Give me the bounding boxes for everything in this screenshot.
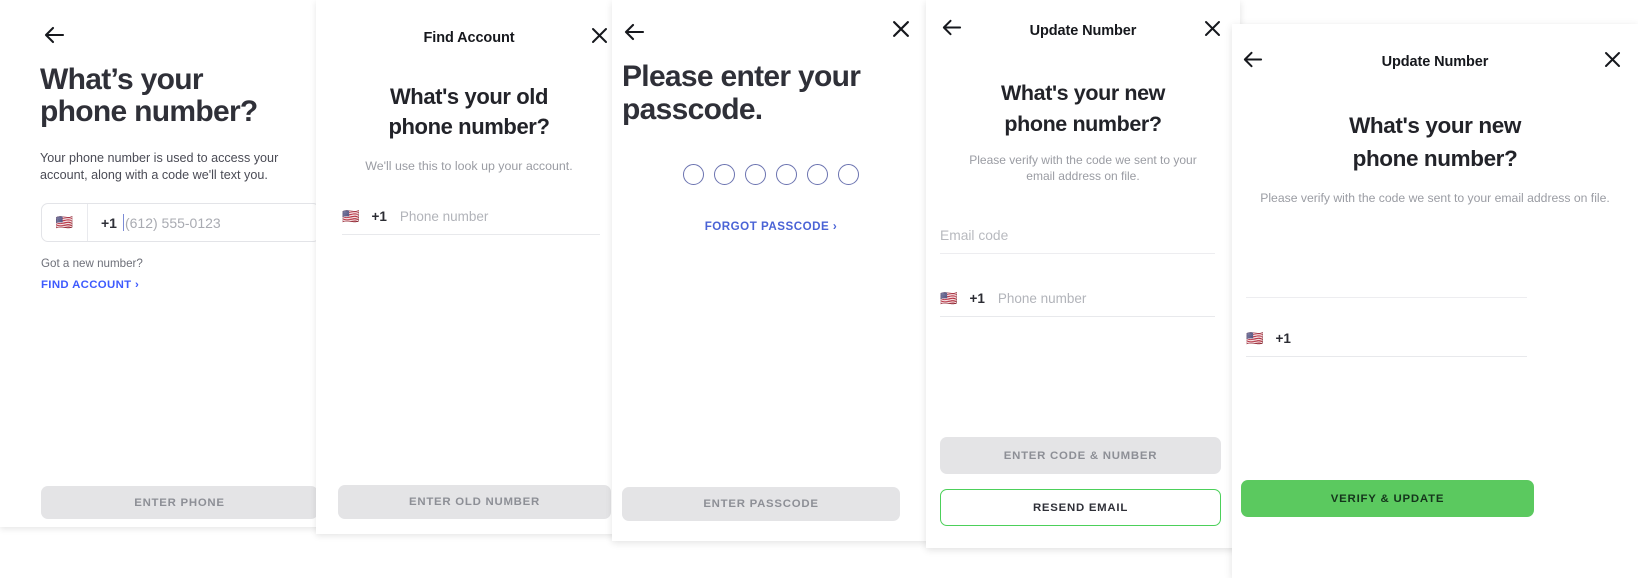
nav-title: Update Number [1029,23,1137,39]
page-title: What's your new phone number? [1349,113,1521,171]
country-flag-icon[interactable]: 🇺🇸 [1246,330,1263,347]
back-icon[interactable] [42,24,66,46]
email-code-divider [1246,296,1527,298]
text-caret [122,214,124,231]
phone-input-placeholder: Phone number [997,291,1087,306]
phone-input[interactable]: 🇺🇸 +1 Phone number [342,208,600,235]
phone-input-placeholder: (612) 555-0123 [124,214,221,231]
screen-update-number-verify: Update Number What's your new phone numb… [1232,24,1638,578]
verify-and-update-button[interactable]: VERIFY & UPDATE [1241,480,1534,517]
screen-update-number-code: Update Number What's your new phone numb… [926,0,1240,548]
country-code: +1 [969,291,985,306]
screenshot-stage: What’s your phone number? Your phone num… [0,0,1638,578]
passcode-dot[interactable] [838,164,859,185]
country-flag-icon[interactable]: 🇺🇸 [342,208,359,225]
enter-old-number-button[interactable]: ENTER OLD NUMBER [338,485,611,519]
phone-input[interactable]: 🇺🇸 +1 [1246,330,1527,357]
country-code: +1 [1275,331,1291,346]
back-icon[interactable] [622,21,646,43]
passcode-dot[interactable] [745,164,766,185]
close-icon[interactable] [1604,51,1621,68]
forgot-passcode-link[interactable]: FORGOT PASSCODE › [612,220,930,233]
country-flag-icon[interactable]: 🇺🇸 [42,204,88,241]
page-title: What's your new phone number? [1001,81,1165,137]
passcode-dot[interactable] [807,164,828,185]
resend-email-button[interactable]: RESEND EMAIL [940,489,1221,526]
passcode-dots[interactable] [612,164,930,185]
find-account-link[interactable]: FIND ACCOUNT › [41,279,139,291]
page-subtitle: Please verify with the code we sent to y… [969,153,1197,184]
enter-phone-button[interactable]: ENTER PHONE [41,486,318,519]
screen-enter-phone: What’s your phone number? Your phone num… [0,0,340,527]
close-icon[interactable] [1204,20,1221,37]
close-icon[interactable] [591,27,608,44]
passcode-dot[interactable] [776,164,797,185]
country-code: +1 [371,209,387,224]
page-title: What's your old phone number? [388,84,550,140]
page-subtitle: Your phone number is used to access your… [40,151,279,182]
phone-input[interactable]: 🇺🇸 +1 Phone number [940,290,1215,317]
page-subtitle: We'll use this to look up your account. [365,159,573,173]
page-title: What’s your phone number? [40,63,258,129]
nav-title: Find Account [423,30,515,46]
passcode-dot[interactable] [714,164,735,185]
country-flag-icon[interactable]: 🇺🇸 [940,290,957,307]
page-title: Please enter your passcode. [622,60,861,126]
enter-passcode-button[interactable]: ENTER PASSCODE [622,487,900,521]
nav-title: Update Number [1381,54,1489,70]
phone-input[interactable]: 🇺🇸 +1 (612) 555-0123 [41,203,320,242]
country-code: +1 [101,214,117,231]
got-new-number-label: Got a new number? [41,257,143,270]
screen-enter-passcode: Please enter your passcode. FORGOT PASSC… [612,0,930,541]
close-icon[interactable] [892,20,910,38]
enter-code-and-number-button[interactable]: ENTER CODE & NUMBER [940,437,1221,474]
phone-input-placeholder: Phone number [399,209,489,224]
email-code-input[interactable]: Email code [940,228,1215,254]
page-subtitle: Please verify with the code we sent to y… [1260,191,1610,205]
passcode-dot[interactable] [683,164,704,185]
screen-find-account: Find Account What's your old phone numbe… [316,0,622,534]
